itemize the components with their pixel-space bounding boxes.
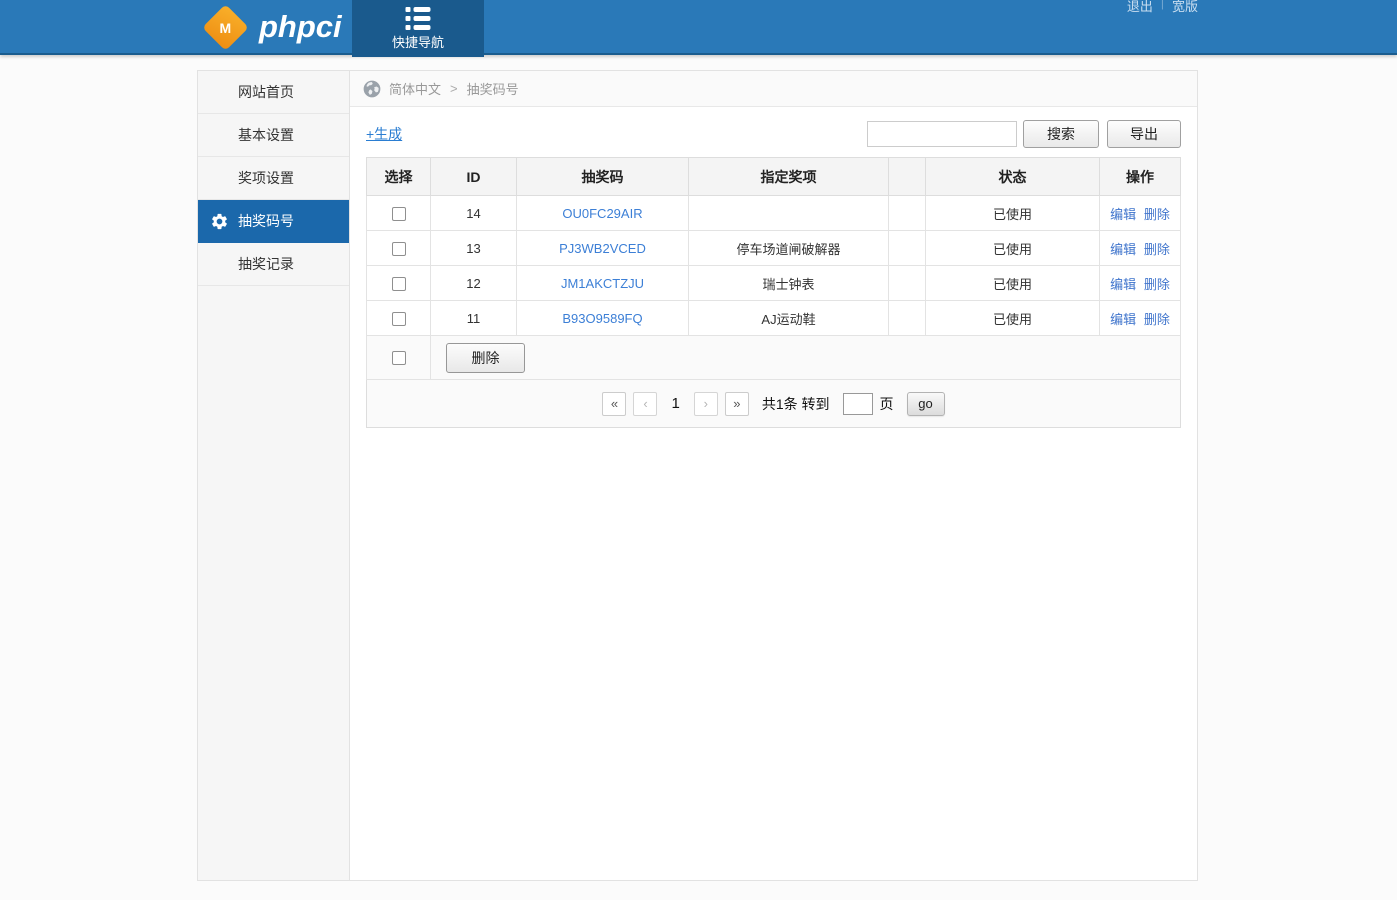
generate-link[interactable]: +生成 xyxy=(366,124,402,144)
toolbar-right: 搜索 导出 xyxy=(867,120,1181,148)
main-panel: 简体中文 > 抽奖码号 +生成 搜索 导出 xyxy=(350,70,1198,881)
top-header: M phpci 快捷导航 退出 | 宽版 xyxy=(0,0,1397,55)
table-row: 12 JM1AKCTZJU 瑞士钟表 已使用 编辑 删除 xyxy=(367,266,1181,301)
breadcrumb-separator: > xyxy=(450,81,458,96)
row-status: 已使用 xyxy=(926,301,1100,336)
col-header-status: 状态 xyxy=(926,158,1100,196)
lottery-codes-table: 选择 ID 抽奖码 指定奖项 状态 操作 14 OU0FC29AIR xyxy=(366,157,1181,380)
select-all-checkbox[interactable] xyxy=(392,351,406,365)
row-status: 已使用 xyxy=(926,196,1100,231)
col-header-id: ID xyxy=(431,158,517,196)
delete-link[interactable]: 删除 xyxy=(1144,207,1170,222)
first-page-button[interactable]: « xyxy=(602,392,626,416)
row-empty-cell xyxy=(889,301,926,336)
col-header-select: 选择 xyxy=(367,158,431,196)
quick-nav-button[interactable]: 快捷导航 xyxy=(352,0,484,57)
col-header-code: 抽奖码 xyxy=(517,158,689,196)
row-id: 12 xyxy=(431,266,517,301)
breadcrumb-page: 抽奖码号 xyxy=(467,79,519,98)
page-suffix-label: 页 xyxy=(880,394,894,414)
row-prize: 瑞士钟表 xyxy=(689,266,889,301)
delete-link[interactable]: 删除 xyxy=(1144,312,1170,327)
col-header-empty xyxy=(889,158,926,196)
logout-link[interactable]: 退出 xyxy=(1127,0,1153,15)
row-status: 已使用 xyxy=(926,231,1100,266)
content-area: +生成 搜索 导出 选择 ID 抽奖码 xyxy=(350,107,1197,444)
toolbar: +生成 搜索 导出 xyxy=(366,120,1181,148)
globe-icon xyxy=(363,80,381,98)
logo-diamond-icon: M xyxy=(202,4,249,51)
sidebar-item-lottery-records[interactable]: 抽奖记录 xyxy=(198,243,349,286)
pagination: « ‹ 1 › » 共1条 转到 页 go xyxy=(366,380,1181,428)
total-count-text: 共1条 转到 xyxy=(762,394,830,414)
row-empty-cell xyxy=(889,231,926,266)
delete-link[interactable]: 删除 xyxy=(1144,242,1170,257)
header-links: 退出 | 宽版 xyxy=(1127,0,1198,15)
code-link[interactable]: B93O9589FQ xyxy=(562,311,642,326)
row-status: 已使用 xyxy=(926,266,1100,301)
code-link[interactable]: JM1AKCTZJU xyxy=(561,276,644,291)
page-wrapper: 网站首页 基本设置 奖项设置 抽奖码号 抽奖记录 简体中文 xyxy=(197,70,1198,881)
goto-page-input[interactable] xyxy=(843,393,873,415)
col-header-prize: 指定奖项 xyxy=(689,158,889,196)
edit-link[interactable]: 编辑 xyxy=(1110,312,1136,327)
sidebar-item-lottery-codes[interactable]: 抽奖码号 xyxy=(198,200,349,243)
row-prize: AJ运动鞋 xyxy=(689,301,889,336)
export-button[interactable]: 导出 xyxy=(1107,120,1181,148)
edit-link[interactable]: 编辑 xyxy=(1110,242,1136,257)
table-row: 11 B93O9589FQ AJ运动鞋 已使用 编辑 删除 xyxy=(367,301,1181,336)
next-page-button[interactable]: › xyxy=(694,392,718,416)
menu-list-icon xyxy=(406,7,431,30)
edit-link[interactable]: 编辑 xyxy=(1110,277,1136,292)
sidebar-item-prize-settings[interactable]: 奖项设置 xyxy=(198,157,349,200)
code-link[interactable]: PJ3WB2VCED xyxy=(559,241,646,256)
sidebar-item-label: 网站首页 xyxy=(238,84,294,100)
row-id: 14 xyxy=(431,196,517,231)
sidebar-item-label: 抽奖记录 xyxy=(238,256,294,272)
row-id: 13 xyxy=(431,231,517,266)
delete-link[interactable]: 删除 xyxy=(1144,277,1170,292)
row-checkbox[interactable] xyxy=(392,207,406,221)
search-button[interactable]: 搜索 xyxy=(1023,120,1099,148)
edit-link[interactable]: 编辑 xyxy=(1110,207,1136,222)
col-header-actions: 操作 xyxy=(1100,158,1181,196)
header-links-divider: | xyxy=(1161,0,1164,10)
logo-text: phpci xyxy=(259,9,342,45)
row-checkbox[interactable] xyxy=(392,242,406,256)
row-prize: 停车场道闸破解器 xyxy=(689,231,889,266)
batch-action-row: 删除 xyxy=(367,336,1181,380)
breadcrumb-lang: 简体中文 xyxy=(389,79,441,98)
sidebar-item-label: 基本设置 xyxy=(238,127,294,143)
breadcrumb: 简体中文 > 抽奖码号 xyxy=(350,71,1197,107)
row-prize xyxy=(689,196,889,231)
gear-icon xyxy=(210,212,229,231)
table-header-row: 选择 ID 抽奖码 指定奖项 状态 操作 xyxy=(367,158,1181,196)
code-link[interactable]: OU0FC29AIR xyxy=(562,206,642,221)
row-checkbox[interactable] xyxy=(392,277,406,291)
batch-delete-button[interactable]: 删除 xyxy=(446,343,525,373)
sidebar-item-home[interactable]: 网站首页 xyxy=(198,71,349,114)
sidebar-item-basic-settings[interactable]: 基本设置 xyxy=(198,114,349,157)
current-page: 1 xyxy=(671,395,679,412)
prev-page-button[interactable]: ‹ xyxy=(633,392,657,416)
sidebar-item-label: 奖项设置 xyxy=(238,170,294,186)
search-input[interactable] xyxy=(867,121,1017,147)
row-id: 11 xyxy=(431,301,517,336)
app-logo[interactable]: M phpci xyxy=(205,9,342,45)
row-checkbox[interactable] xyxy=(392,312,406,326)
table-row: 13 PJ3WB2VCED 停车场道闸破解器 已使用 编辑 删除 xyxy=(367,231,1181,266)
sidebar: 网站首页 基本设置 奖项设置 抽奖码号 抽奖记录 xyxy=(197,70,350,881)
row-empty-cell xyxy=(889,196,926,231)
wide-mode-link[interactable]: 宽版 xyxy=(1172,0,1198,15)
logo-badge: M xyxy=(220,19,232,35)
last-page-button[interactable]: » xyxy=(725,392,749,416)
sidebar-item-label: 抽奖码号 xyxy=(238,213,294,229)
quick-nav-label: 快捷导航 xyxy=(392,32,444,51)
go-button[interactable]: go xyxy=(907,392,945,416)
row-empty-cell xyxy=(889,266,926,301)
table-row: 14 OU0FC29AIR 已使用 编辑 删除 xyxy=(367,196,1181,231)
